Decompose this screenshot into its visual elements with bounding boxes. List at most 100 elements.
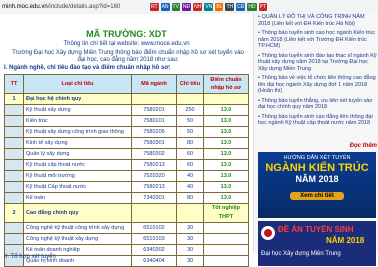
section-heading-combos: II. Tổ hợp xét tuyển xyxy=(4,254,56,260)
extension-icon[interactable]: AN xyxy=(160,3,170,11)
row-major: Kinh tế xây dựng xyxy=(23,137,132,149)
banner2-main-text: ĐỀ ÁN TUYỂN SINH xyxy=(278,225,354,234)
extension-icon[interactable]: RT xyxy=(150,3,159,11)
row-tt xyxy=(4,126,24,138)
row-code: 7580213 xyxy=(131,159,177,171)
row-major: Kỹ thuật môi trường xyxy=(23,170,132,182)
url-host: minh.moc.edu.vn xyxy=(2,4,48,10)
row-code xyxy=(131,203,177,223)
browser-toolbar: minh.moc.edu.vn/include/details.asp?id=1… xyxy=(0,0,378,15)
read-more-link[interactable]: Đọc thêm xyxy=(258,143,377,149)
table-row: Kỹ thuật môi trường 7520320 40 13.0 xyxy=(4,170,249,182)
row-quota: 50 xyxy=(176,126,204,138)
header-score: Điểm chuẩn nhập hồ sơ xyxy=(203,74,249,94)
row-major: Kỹ thuật cấp thoát nước xyxy=(23,159,132,171)
news-item-text: Thông báo về việc tổ chức liên thông cao… xyxy=(258,75,376,94)
news-item[interactable]: • Thông báo tuyển sinh cao học ngành Kiế… xyxy=(258,30,377,50)
row-code: 7520320 xyxy=(131,170,177,182)
row-code: 7580213 xyxy=(131,181,177,193)
row-code: 6340302 xyxy=(131,244,177,256)
row-tt xyxy=(4,115,24,127)
table-row: Kế toán 7340301 80 13.0 xyxy=(4,192,249,204)
row-score: 13.0 xyxy=(203,192,249,204)
extension-icon[interactable]: NĐ xyxy=(181,3,192,11)
article-content: MÃ TRƯỜNG: XDT Thông tin chi tiết tại we… xyxy=(0,14,253,267)
row-major: Công nghệ kỹ thuật công trình xây dựng xyxy=(23,222,132,234)
row-score: 13.0 xyxy=(203,126,249,138)
news-item[interactable]: • Thông báo về việc tổ chức liên thông c… xyxy=(258,75,377,95)
extension-icon[interactable]: HD xyxy=(247,3,257,11)
website-line: Thông tin chi tiết tại website: www.moce… xyxy=(63,41,190,47)
row-quota: 50 xyxy=(176,115,204,127)
row-score: 13.0 xyxy=(203,115,249,127)
row-code xyxy=(131,93,177,105)
row-quota: 60 xyxy=(176,148,204,160)
row-score: Tốt nghiệp THPT xyxy=(203,203,249,223)
row-major: Kỹ thuật Cấp thoát nước xyxy=(23,181,132,193)
news-list: • QUẢN LÝ ĐỒ THỊ VÀ CÔNG TRÌNH NĂM 2018 … xyxy=(258,14,377,130)
row-code: 7580101 xyxy=(131,115,177,127)
header-tt: TT xyxy=(4,74,24,94)
extension-icon[interactable]: NH xyxy=(193,3,203,11)
row-score xyxy=(203,255,249,267)
row-major: Kiến trúc xyxy=(23,115,132,127)
table-row: Kỹ thuật Cấp thoát nước 7580213 40 13.0 xyxy=(4,181,249,193)
extension-icon[interactable]: BL xyxy=(215,3,224,11)
table-group-row: 2 Cao đẳng chính quy Tốt nghiệp THPT xyxy=(4,203,249,223)
extension-icon[interactable]: VN xyxy=(204,3,214,11)
news-item[interactable]: • Thông báo tuyển sinh cao đẳng liên thô… xyxy=(258,114,377,127)
row-major: Đại học hệ chính quy xyxy=(23,93,132,105)
extension-icon[interactable]: TH xyxy=(225,3,235,11)
row-score: 13.0 xyxy=(203,137,249,149)
table-group-row: 1 Đại học hệ chính quy xyxy=(4,93,249,105)
banner-detail-button[interactable]: Xem chi tiết xyxy=(290,192,344,200)
row-quota: 60 xyxy=(176,159,204,171)
row-quota: 30 xyxy=(176,244,204,256)
header-quota: Chỉ tiêu xyxy=(176,74,204,94)
admission-table: TT Loại chỉ tiêu Mã ngành Chỉ tiêu Điểm … xyxy=(4,74,249,267)
row-quota: 40 xyxy=(176,181,204,193)
row-score xyxy=(203,222,249,234)
row-code: 6340404 xyxy=(131,255,177,267)
table-row: Công nghệ kỹ thuật xây dựng 6510103 30 xyxy=(4,233,249,245)
row-tt: 2 xyxy=(4,203,24,223)
banner-main-text: NGÀNH KIẾN TRÚC xyxy=(265,162,369,174)
row-score: 13.0 xyxy=(203,159,249,171)
row-tt xyxy=(4,148,24,160)
row-code: 6510102 xyxy=(131,222,177,234)
admission-plan-banner[interactable]: ĐỀ ÁN TUYỂN SINH NĂM 2018 Đại học Xây dự… xyxy=(258,221,376,266)
row-code: 7340301 xyxy=(131,192,177,204)
row-major: Kỹ thuật xây dựng công trình giao thông xyxy=(23,126,132,138)
row-tt xyxy=(4,170,24,182)
table-row: Kiến trúc 7580101 50 13.0 xyxy=(4,115,249,127)
news-item[interactable]: • Thông báo tuyển thẳng, ưu tiên xét tuy… xyxy=(258,98,377,111)
row-tt xyxy=(4,192,24,204)
row-quota: 30 xyxy=(176,222,204,234)
row-tt xyxy=(4,233,24,245)
extension-icon[interactable]: CĐ xyxy=(236,3,246,11)
row-code: 7580201 xyxy=(131,104,177,116)
table-row: Kinh tế xây dựng 7580301 80 13.0 xyxy=(4,137,249,149)
row-score xyxy=(203,233,249,245)
url-path: /include/details.asp?id=160 xyxy=(47,4,121,10)
header-code: Mã ngành xyxy=(131,74,177,94)
extension-bar: RT AN TV NĐ NH VN BL TH CĐ HD PT xyxy=(150,3,269,11)
intro-text: Trường Đại học Xây dựng Miền Trung thông… xyxy=(12,50,244,63)
school-code-title: MÃ TRƯỜNG: XDT xyxy=(86,29,167,39)
news-item-text: Thông báo tuyển sinh cao đẳng liên thông… xyxy=(258,113,373,127)
row-score xyxy=(203,244,249,256)
row-quota: 30 xyxy=(176,255,204,267)
news-item-text: QUẢN LÝ ĐỒ THỊ VÀ CÔNG TRÌNH NĂM 2018 (L… xyxy=(258,14,365,27)
row-code: 7580301 xyxy=(131,137,177,149)
news-item[interactable]: • QUẢN LÝ ĐỒ THỊ VÀ CÔNG TRÌNH NĂM 2018 … xyxy=(258,14,377,27)
extension-icon[interactable]: PT xyxy=(258,3,267,11)
row-tt xyxy=(4,137,24,149)
banner-year: NĂM 2018 xyxy=(295,174,339,184)
university-logo-icon xyxy=(261,226,275,240)
row-quota xyxy=(176,93,204,105)
architecture-admission-banner[interactable]: HƯỚNG DẪN XÉT TUYỂN NGÀNH KIẾN TRÚC NĂM … xyxy=(258,152,376,218)
row-major: Công nghệ kỹ thuật xây dựng xyxy=(23,233,132,245)
sidebar: • QUẢN LÝ ĐỒ THỊ VÀ CÔNG TRÌNH NĂM 2018 … xyxy=(253,14,378,266)
extension-icon[interactable]: TV xyxy=(171,3,180,11)
news-item[interactable]: • Thông báo tuyển sinh đào tạo thạc sĩ n… xyxy=(258,53,377,73)
